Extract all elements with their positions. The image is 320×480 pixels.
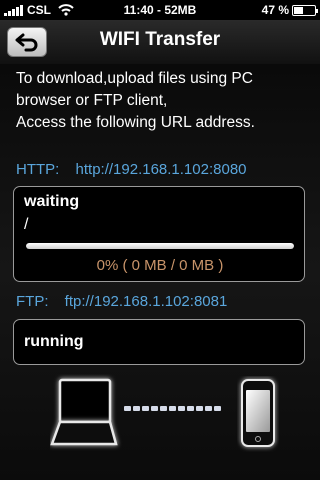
battery-icon — [292, 4, 318, 16]
connection-dots — [124, 406, 221, 411]
http-path: / — [24, 216, 29, 233]
instructions-line: browser or FTP client, — [16, 92, 168, 109]
laptop-icon — [50, 378, 118, 446]
battery-percent: 47 % — [261, 3, 289, 17]
ftp-url: ftp://192.168.1.102:8081 — [64, 293, 228, 310]
ftp-status-panel: running — [13, 319, 305, 365]
instructions-line: To download,upload files using PC — [16, 70, 253, 87]
status-right: 47 % — [261, 3, 318, 17]
status-bar: CSL 11:40 - 52MB 47 % — [0, 0, 320, 20]
main-content: To download,upload files using PC browse… — [0, 64, 320, 480]
progress-bar — [26, 243, 294, 249]
ftp-label: FTP: — [16, 293, 49, 310]
instructions-line: Access the following URL address. — [16, 114, 255, 131]
nav-bar: WIFI Transfer — [0, 20, 320, 64]
ftp-address-row: FTP: ftp://192.168.1.102:8081 — [16, 293, 227, 310]
http-url: http://192.168.1.102:8080 — [75, 161, 247, 178]
battery-level — [294, 6, 304, 14]
page-title: WIFI Transfer — [99, 29, 221, 50]
instructions: To download,upload files using PC browse… — [16, 68, 312, 134]
http-label: HTTP: — [16, 161, 60, 178]
progress-bar-fill — [26, 243, 294, 249]
phone-icon — [241, 379, 275, 447]
progress-text: 0% ( 0 MB / 0 MB ) — [96, 257, 224, 274]
http-status-panel: waiting / 0% ( 0 MB / 0 MB ) — [13, 186, 305, 282]
ftp-status: running — [24, 333, 84, 350]
http-status: waiting — [24, 193, 80, 210]
http-address-row: HTTP: http://192.168.1.102:8080 — [16, 161, 247, 178]
